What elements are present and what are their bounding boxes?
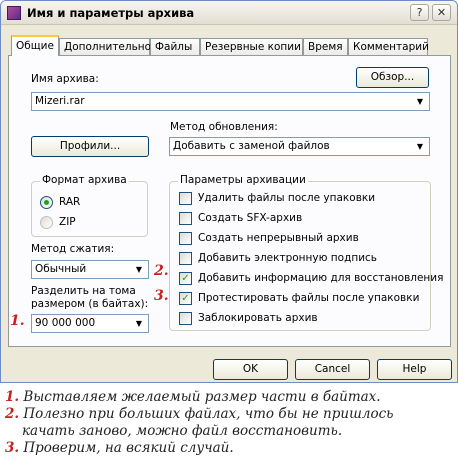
archive-name-label: Имя архива:: [31, 73, 99, 85]
chevron-down-icon[interactable]: ▼: [414, 94, 426, 109]
note-2-continued: качать заново, можно файл восстановить.: [22, 423, 342, 439]
radio-empty-icon[interactable]: [40, 216, 53, 229]
cancel-button[interactable]: Cancel: [295, 359, 370, 380]
archive-name-value: Mizeri.rar: [35, 95, 85, 107]
tab-files[interactable]: Файлы: [150, 38, 200, 55]
note-1-text: Выставляем желаемый размер части в байта…: [23, 389, 381, 405]
compression-value: Обычный: [35, 263, 87, 275]
annotation-marker-2: 2.: [154, 263, 169, 279]
radio-selected-icon[interactable]: [40, 196, 53, 209]
window-title: Имя и параметры архива: [27, 6, 195, 20]
chevron-down-icon[interactable]: ▼: [133, 316, 145, 331]
checkmark-icon[interactable]: ✓: [179, 272, 192, 285]
archiving-options-legend: Параметры архивации: [178, 174, 308, 186]
note-1: 1. Выставляем желаемый размер части в ба…: [5, 389, 381, 405]
checkbox-test-files-label: Протестировать файлы после упаковки: [198, 292, 420, 304]
checkbox-icon[interactable]: [179, 232, 192, 245]
split-size-input[interactable]: 90 000 000 ▼: [31, 314, 149, 333]
note-3-text: Проверим, на всякий случай.: [23, 440, 234, 456]
split-label-line1: Разделить на тома: [31, 285, 136, 297]
checkbox-icon[interactable]: [179, 212, 192, 225]
checkmark-icon[interactable]: ✓: [179, 292, 192, 305]
archive-name-input[interactable]: Mizeri.rar ▼: [31, 92, 430, 111]
checkbox-delete-files-label: Удалить файлы после упаковки: [198, 192, 376, 204]
help-button[interactable]: Help: [377, 359, 452, 380]
checkbox-lock-archive-label: Заблокировать архив: [198, 312, 318, 324]
chevron-down-icon[interactable]: ▼: [414, 139, 426, 154]
tab-panel-general: Имя архива: Обзор... Mizeri.rar ▼ Метод …: [8, 55, 451, 347]
profiles-button[interactable]: Профили...: [31, 136, 149, 157]
checkbox-icon[interactable]: [179, 312, 192, 325]
note-2-continued-text: качать заново, можно файл восстановить.: [22, 423, 343, 439]
annotation-marker-1: 1.: [10, 313, 25, 329]
checkbox-solid-archive-label: Создать непрерывный архив: [198, 232, 359, 244]
tab-general[interactable]: Общие: [11, 35, 59, 56]
checkbox-icon[interactable]: [179, 252, 192, 265]
note-1-number: 1.: [5, 389, 20, 405]
archive-format-legend: Формат архива: [40, 174, 129, 186]
compression-label: Метод сжатия:: [31, 243, 115, 255]
tab-advanced[interactable]: Дополнительно: [59, 38, 151, 55]
note-2-text: Полезно при больших файлах, что бы не пр…: [23, 406, 394, 422]
note-2: 2. Полезно при больших файлах, что бы не…: [5, 406, 394, 422]
tab-backup[interactable]: Резервные копии: [200, 38, 303, 55]
annotation-marker-3: 3.: [154, 288, 169, 304]
compression-select[interactable]: Обычный ▼: [31, 260, 149, 279]
close-button[interactable]: ✕: [432, 4, 451, 21]
checkbox-digital-signature-label: Добавить электронную подпись: [198, 252, 377, 264]
archiving-options-group: Параметры архивации Удалить файлы после …: [169, 174, 443, 331]
title-bar: Имя и параметры архива ? ✕: [1, 1, 457, 25]
tab-comment[interactable]: Комментарий: [348, 38, 429, 55]
chevron-down-icon[interactable]: ▼: [133, 262, 145, 277]
format-rar-label: RAR: [59, 196, 81, 208]
note-2-number: 2.: [5, 406, 20, 422]
checkbox-recovery-record-label: Добавить информацию для восстановления: [198, 272, 444, 284]
note-3-number: 3.: [5, 440, 20, 456]
checkbox-icon[interactable]: [179, 192, 192, 205]
update-method-label: Метод обновления:: [170, 121, 278, 133]
archive-format-group: Формат архива RAR ZIP: [31, 174, 148, 237]
archive-dialog: Имя и параметры архива ? ✕ Общие Дополни…: [0, 0, 458, 383]
ok-button[interactable]: OK: [213, 359, 288, 380]
note-3: 3. Проверим, на всякий случай.: [5, 440, 234, 456]
split-size-value: 90 000 000: [35, 317, 96, 329]
format-zip-label: ZIP: [59, 216, 76, 228]
split-label-line2: размером (в байтах):: [31, 298, 149, 310]
browse-button[interactable]: Обзор...: [356, 67, 429, 88]
update-method-select[interactable]: Добавить с заменой файлов ▼: [169, 137, 430, 156]
help-question-button[interactable]: ?: [410, 4, 429, 21]
winrar-books-icon: [7, 6, 21, 20]
update-method-value: Добавить с заменой файлов: [173, 140, 330, 152]
checkbox-create-sfx-label: Создать SFX-архив: [198, 212, 303, 224]
tab-time[interactable]: Время: [303, 38, 348, 55]
